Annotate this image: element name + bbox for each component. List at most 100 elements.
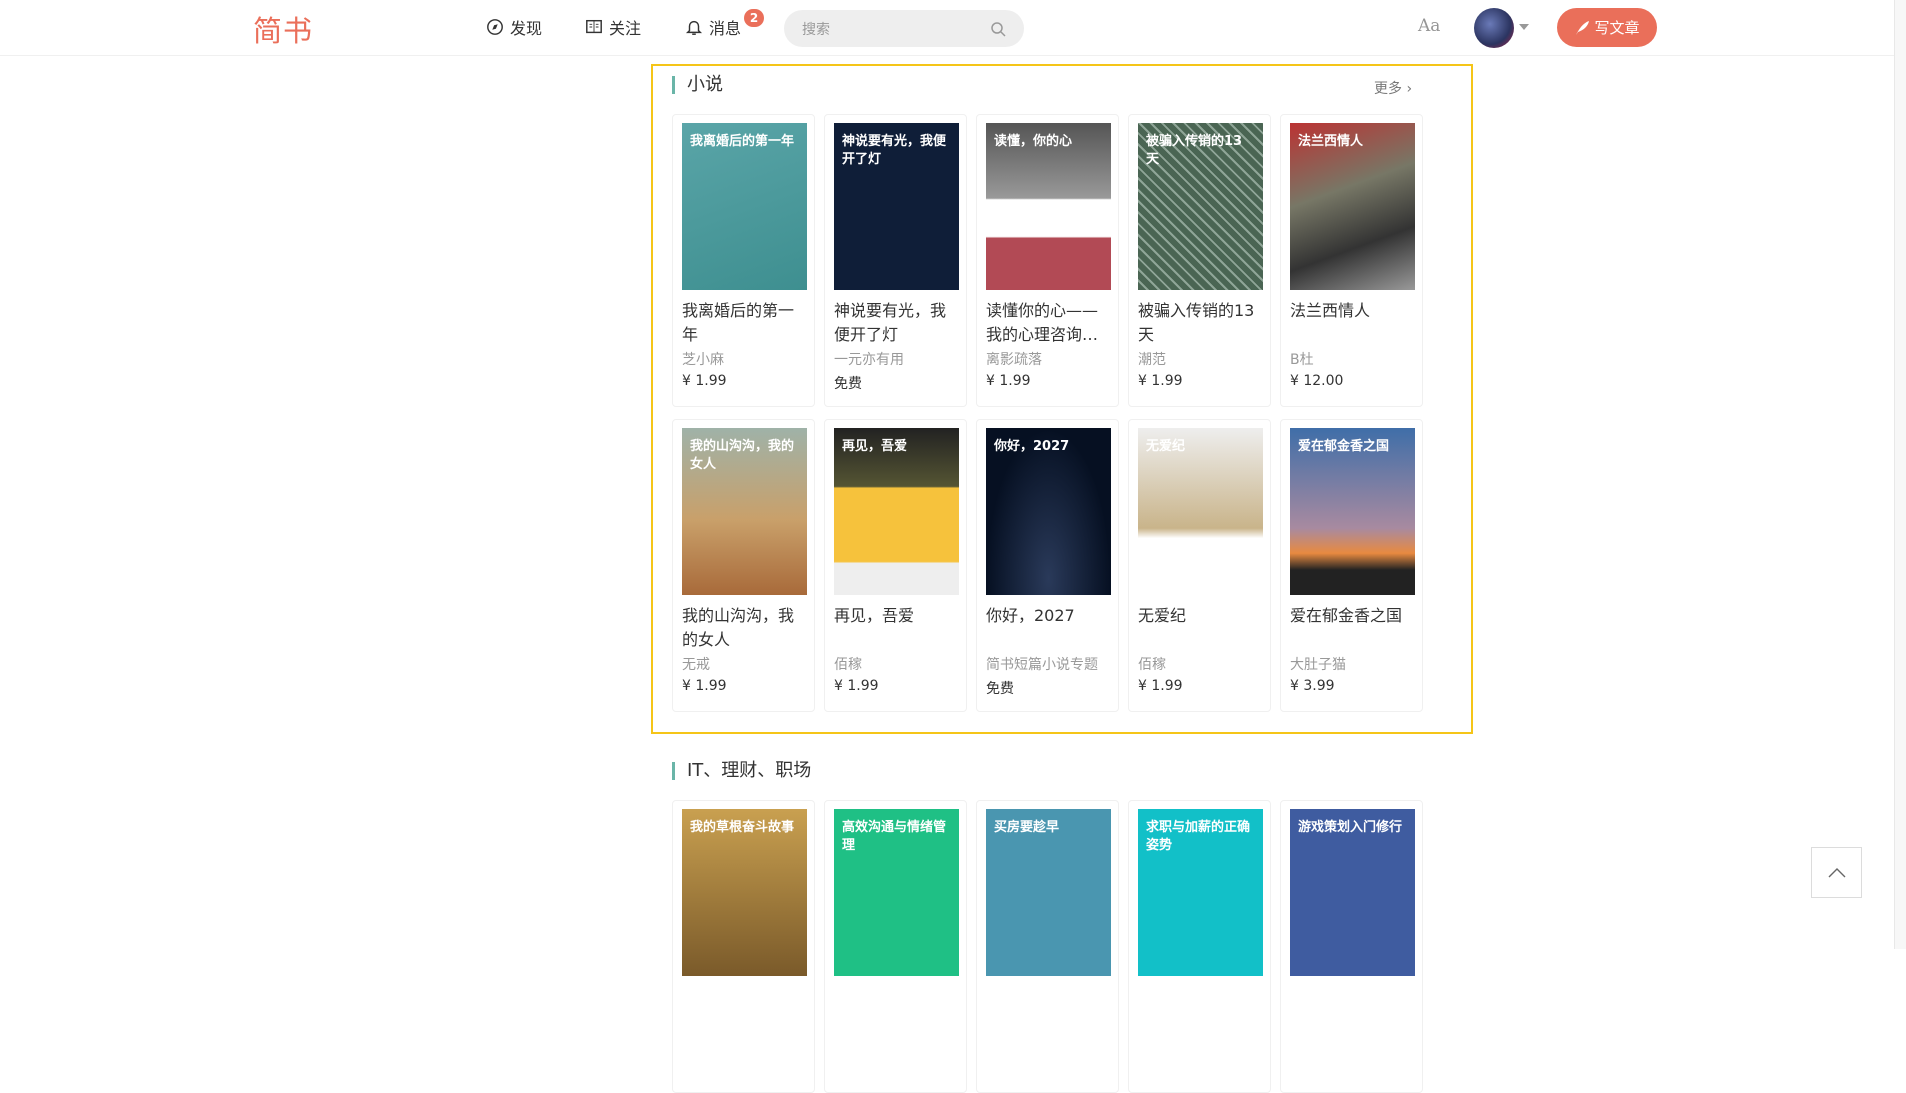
book-cover[interactable]: 无爱纪 bbox=[1138, 428, 1263, 595]
cover-text: 游戏策划入门修行 bbox=[1298, 820, 1403, 835]
book-price: 免费 bbox=[986, 681, 1014, 697]
book-card[interactable]: 买房要趁早 bbox=[976, 800, 1119, 1093]
book-price: ¥ 1.99 bbox=[682, 373, 727, 389]
book-card[interactable]: 爱在郁金香之国 爱在郁金香之国 大肚子猫 ¥ 3.99 bbox=[1280, 419, 1423, 712]
more-link[interactable]: 更多 › bbox=[1374, 78, 1412, 98]
book-card[interactable]: 游戏策划入门修行 bbox=[1280, 800, 1423, 1093]
book-author[interactable]: 一元亦有用 bbox=[834, 349, 904, 369]
book-author[interactable]: 大肚子猫 bbox=[1290, 654, 1346, 674]
book-card[interactable]: 我的草根奋斗故事 bbox=[672, 800, 815, 1093]
book-card[interactable]: 求职与加薪的正确姿势 bbox=[1128, 800, 1271, 1093]
book-author[interactable]: 佰稼 bbox=[1138, 654, 1166, 674]
book-cover[interactable]: 法兰西情人 bbox=[1290, 123, 1415, 290]
cover-text: 爱在郁金香之国 bbox=[1298, 439, 1390, 454]
book-card[interactable]: 我的山沟沟，我的女人 我的山沟沟，我的女人 无戒 ¥ 1.99 bbox=[672, 419, 815, 712]
font-settings-button[interactable]: Aa bbox=[1418, 16, 1440, 36]
cover-text: 神说要有光，我便开了灯 bbox=[842, 134, 947, 168]
nav-messages[interactable]: 消息 bbox=[685, 15, 741, 39]
book-cover[interactable]: 你好，2027 bbox=[986, 428, 1111, 595]
nav-label: 发现 bbox=[510, 19, 543, 38]
write-label: 写文章 bbox=[1594, 19, 1640, 37]
book-price: ¥ 1.99 bbox=[1138, 373, 1183, 389]
cover-text: 我离婚后的第一年 bbox=[690, 134, 795, 149]
cover-text: 再见，吾爱 bbox=[842, 439, 908, 454]
chevron-down-icon[interactable] bbox=[1519, 24, 1529, 35]
book-cover[interactable]: 被骗入传销的13天 bbox=[1138, 123, 1263, 290]
book-title[interactable]: 再见，吾爱 bbox=[834, 604, 959, 652]
feather-pen-icon bbox=[1576, 20, 1590, 35]
book-price: ¥ 1.99 bbox=[682, 678, 727, 694]
cover-text: 法兰西情人 bbox=[1298, 134, 1364, 149]
book-cover[interactable]: 游戏策划入门修行 bbox=[1290, 809, 1415, 976]
book-author[interactable]: 芝小麻 bbox=[682, 349, 724, 369]
chevron-right-icon: › bbox=[1406, 81, 1413, 97]
nav-follow[interactable]: 关注 bbox=[585, 15, 641, 39]
book-cover[interactable]: 求职与加薪的正确姿势 bbox=[1138, 809, 1263, 976]
book-cover[interactable]: 神说要有光，我便开了灯 bbox=[834, 123, 959, 290]
section-title: IT、理财、职场 bbox=[672, 762, 811, 780]
book-title[interactable]: 我离婚后的第一年 bbox=[682, 299, 807, 347]
avatar[interactable] bbox=[1474, 8, 1514, 48]
book-author[interactable]: 简书短篇小说专题 bbox=[986, 654, 1098, 674]
cover-text: 无爱纪 bbox=[1146, 439, 1186, 454]
search-input[interactable]: 搜索 bbox=[784, 10, 1024, 47]
logo[interactable]: 简书 bbox=[253, 8, 313, 50]
book-title[interactable]: 爱在郁金香之国 bbox=[1290, 604, 1415, 652]
more-label: 更多 bbox=[1374, 81, 1402, 97]
cover-text: 求职与加薪的正确姿势 bbox=[1146, 820, 1251, 854]
book-title[interactable]: 我的山沟沟，我的女人 bbox=[682, 604, 807, 652]
book-author[interactable]: 潮范 bbox=[1138, 349, 1166, 369]
book-card[interactable]: 读懂，你的心 读懂你的心——我的心理咨询… 离影疏落 ¥ 1.99 bbox=[976, 114, 1119, 407]
cover-text: 你好，2027 bbox=[994, 439, 1070, 454]
book-price: ¥ 1.99 bbox=[834, 678, 879, 694]
cover-text: 我的山沟沟，我的女人 bbox=[690, 439, 795, 473]
book-author[interactable]: B杜 bbox=[1290, 349, 1314, 369]
top-navbar: 简书 发现 关注 消息 2 搜索 Aa 写文章 bbox=[0, 0, 1894, 56]
book-card[interactable]: 无爱纪 无爱纪 佰稼 ¥ 1.99 bbox=[1128, 419, 1271, 712]
book-title[interactable]: 读懂你的心——我的心理咨询… bbox=[986, 299, 1111, 347]
book-author[interactable]: 佰稼 bbox=[834, 654, 862, 674]
book-author[interactable]: 无戒 bbox=[682, 654, 710, 674]
cover-text: 买房要趁早 bbox=[994, 820, 1060, 835]
book-card[interactable]: 高效沟通与情绪管理 bbox=[824, 800, 967, 1093]
book-card[interactable]: 我离婚后的第一年 我离婚后的第一年 芝小麻 ¥ 1.99 bbox=[672, 114, 815, 407]
book-icon bbox=[586, 19, 602, 34]
book-cover[interactable]: 我离婚后的第一年 bbox=[682, 123, 807, 290]
write-article-button[interactable]: 写文章 bbox=[1557, 8, 1657, 47]
book-title[interactable]: 你好，2027 bbox=[986, 604, 1111, 652]
cover-text: 高效沟通与情绪管理 bbox=[842, 820, 947, 854]
book-cover[interactable]: 读懂，你的心 bbox=[986, 123, 1111, 290]
book-title[interactable]: 法兰西情人 bbox=[1290, 299, 1415, 347]
book-card[interactable]: 法兰西情人 法兰西情人 B杜 ¥ 12.00 bbox=[1280, 114, 1423, 407]
chevron-up-icon bbox=[1828, 867, 1845, 877]
book-cover[interactable]: 我的山沟沟，我的女人 bbox=[682, 428, 807, 595]
nav-label: 关注 bbox=[609, 19, 642, 38]
cover-text: 读懂，你的心 bbox=[994, 134, 1073, 149]
book-author[interactable]: 离影疏落 bbox=[986, 349, 1042, 369]
book-title[interactable]: 被骗入传销的13天 bbox=[1138, 299, 1263, 347]
search-icon[interactable] bbox=[990, 21, 1006, 37]
book-card[interactable]: 被骗入传销的13天 被骗入传销的13天 潮范 ¥ 1.99 bbox=[1128, 114, 1271, 407]
book-cover[interactable]: 高效沟通与情绪管理 bbox=[834, 809, 959, 976]
book-card[interactable]: 你好，2027 你好，2027 简书短篇小说专题 免费 bbox=[976, 419, 1119, 712]
search-placeholder: 搜索 bbox=[802, 21, 830, 38]
book-cover[interactable]: 爱在郁金香之国 bbox=[1290, 428, 1415, 595]
message-count-badge: 2 bbox=[744, 9, 764, 27]
book-price: 免费 bbox=[834, 376, 862, 392]
book-cover[interactable]: 我的草根奋斗故事 bbox=[682, 809, 807, 976]
section-title: 小说 bbox=[672, 76, 723, 94]
back-to-top-button[interactable] bbox=[1811, 847, 1862, 898]
book-title[interactable]: 无爱纪 bbox=[1138, 604, 1263, 652]
book-title[interactable]: 神说要有光，我便开了灯 bbox=[834, 299, 959, 347]
book-price: ¥ 3.99 bbox=[1290, 678, 1335, 694]
book-card[interactable]: 神说要有光，我便开了灯 神说要有光，我便开了灯 一元亦有用 免费 bbox=[824, 114, 967, 407]
book-cover[interactable]: 买房要趁早 bbox=[986, 809, 1111, 976]
scrollbar[interactable] bbox=[1894, 0, 1906, 949]
nav-label: 消息 bbox=[709, 19, 742, 38]
nav-discover[interactable]: 发现 bbox=[486, 15, 542, 39]
book-cover[interactable]: 再见，吾爱 bbox=[834, 428, 959, 595]
book-card[interactable]: 再见，吾爱 再见，吾爱 佰稼 ¥ 1.99 bbox=[824, 419, 967, 712]
book-price: ¥ 1.99 bbox=[1138, 678, 1183, 694]
cover-text: 我的草根奋斗故事 bbox=[690, 820, 795, 835]
book-price: ¥ 12.00 bbox=[1290, 373, 1344, 389]
